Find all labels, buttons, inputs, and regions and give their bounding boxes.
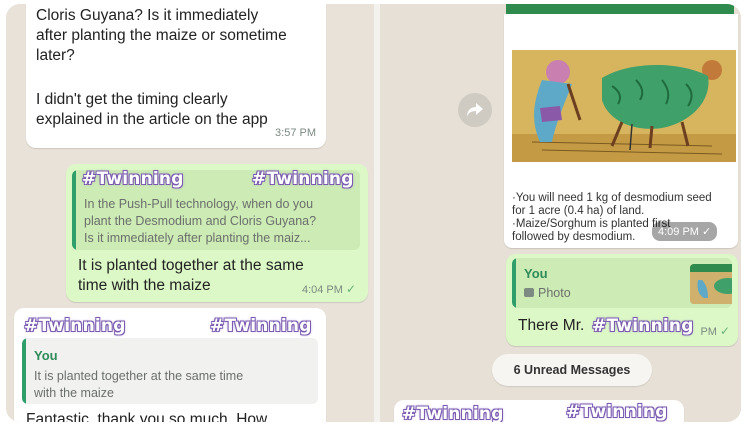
quote-line: with the maize: [34, 386, 114, 400]
message-line: after planting the maize or sometime: [36, 27, 287, 44]
planting-illustration[interactable]: [512, 50, 736, 162]
quote-line: plant the Desmodium and Cloris Guyana?: [84, 214, 317, 228]
share-forward-icon[interactable]: [458, 93, 492, 127]
photo-thumbnail[interactable]: [690, 264, 732, 304]
caption-line: for 1 acre (0.4 ha) of land.: [512, 205, 645, 217]
quote-media-text: Photo: [538, 286, 571, 300]
read-check-icon: ✓: [719, 324, 730, 338]
incoming-message-1[interactable]: Cloris Guyana? Is it immediately after p…: [26, 4, 326, 148]
image-time-text: 4:09 PM: [658, 226, 699, 238]
watermark-text: #Twinning: [210, 316, 312, 336]
quote-accent-bar: [22, 338, 26, 404]
read-check-icon: ✓: [698, 226, 712, 238]
watermark-text: #Twinning: [592, 316, 694, 336]
message-time: 4:04 PM ✓: [302, 282, 356, 296]
photo-icon: [524, 288, 534, 297]
right-chat-panel[interactable]: ·You will need 1 kg of desmodium seed fo…: [380, 4, 741, 422]
watermark-text: #Twinning: [252, 169, 354, 189]
message-time: 3:57 PM: [275, 127, 316, 139]
caption-line: ·You will need 1 kg of desmodium seed: [512, 192, 712, 204]
message-line: explained in the article on the app: [36, 111, 268, 128]
image-message[interactable]: ·You will need 1 kg of desmodium seed fo…: [504, 14, 738, 248]
quote-author: You: [34, 348, 58, 363]
unread-messages-banner: 6 Unread Messages: [492, 354, 652, 386]
quoted-message[interactable]: You It is planted together at the same t…: [22, 338, 318, 404]
quote-author: You: [524, 266, 548, 281]
watermark-text: #Twinning: [402, 404, 504, 422]
message-time-text: PM: [700, 326, 717, 338]
message-text: Fantastic, thank you so much. How: [26, 411, 268, 422]
quote-media-label: Photo: [524, 286, 571, 300]
quoted-message[interactable]: You Photo: [512, 258, 732, 308]
message-line: I didn't get the timing clearly: [36, 91, 228, 108]
message-time-text: 4:04 PM: [301, 284, 343, 296]
quote-line: Is it immediately after planting the mai…: [84, 231, 311, 245]
watermark-text: #Twinning: [82, 169, 184, 189]
message-text: There Mr.: [518, 317, 585, 334]
quote-accent-bar: [72, 170, 76, 250]
quote-line: In the Push-Pull technology, when do you: [84, 197, 314, 211]
message-line: Cloris Guyana? Is it immediately: [36, 7, 259, 24]
image-header-strip: [506, 4, 734, 14]
message-line: It is planted together at the same: [78, 257, 304, 274]
image-time: 4:09 PM ✓: [652, 222, 718, 241]
screenshot-frame: Cloris Guyana? Is it immediately after p…: [6, 4, 741, 422]
watermark-text: #Twinning: [566, 402, 668, 422]
quote-line: It is planted together at the same time: [34, 369, 244, 383]
message-line: time with the maize: [78, 277, 211, 294]
quote-accent-bar: [512, 258, 516, 308]
message-time: PM ✓: [700, 324, 730, 338]
read-check-icon: ✓: [345, 282, 356, 296]
message-line: later?: [36, 47, 75, 64]
watermark-text: #Twinning: [24, 316, 126, 336]
left-chat-panel[interactable]: Cloris Guyana? Is it immediately after p…: [6, 4, 374, 422]
